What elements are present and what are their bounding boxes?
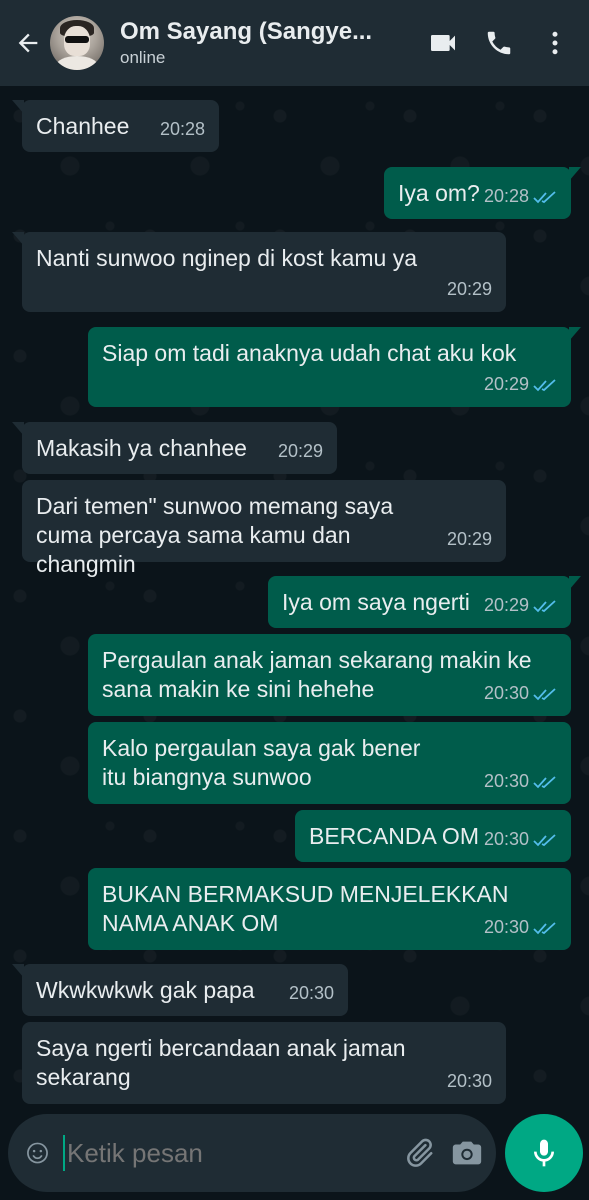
message-text: Kalo pergaulan saya gak bener itu biangn… <box>102 735 421 790</box>
message-text: Nanti sunwoo nginep di kost kamu ya <box>36 245 417 271</box>
video-call-icon <box>431 35 455 51</box>
double-check-icon <box>533 687 556 700</box>
emoji-icon[interactable] <box>26 1136 49 1170</box>
message-outgoing[interactable]: BUKAN BERMAKSUD MENJELEKKAN NAMA ANAK OM… <box>88 868 571 950</box>
message-outgoing[interactable]: Iya om? 20:28 <box>384 167 581 219</box>
message-time: 20:28 <box>159 119 205 139</box>
message-time: 20:30 <box>483 771 529 791</box>
message-outgoing[interactable]: Iya om saya ngerti 20:29 <box>268 576 581 628</box>
message-incoming[interactable]: Saya ngerti bercandaan anak jaman sekara… <box>22 1022 506 1104</box>
message-time: 20:30 <box>483 683 529 703</box>
paperclip-icon <box>407 1138 433 1167</box>
message-incoming[interactable]: Chanhee 20:28 <box>12 100 219 152</box>
message-time: 20:29 <box>446 529 492 549</box>
double-check-icon <box>533 921 556 934</box>
message-text: Dari temen" sunwoo memang saya cuma perc… <box>36 493 394 577</box>
message-incoming[interactable]: Nanti sunwoo nginep di kost kamu ya 20:2… <box>12 232 506 312</box>
message-time: 20:30 <box>288 983 334 1003</box>
video-call-button[interactable] <box>415 15 471 71</box>
message-text: Siap om tadi anaknya udah chat aku kok <box>102 340 517 366</box>
message-composer <box>8 1114 496 1192</box>
message-outgoing[interactable]: Pergaulan anak jaman sekarang makin ke s… <box>88 634 571 716</box>
phone-icon <box>487 31 511 55</box>
arrow-left-icon <box>18 33 38 53</box>
message-outgoing[interactable]: Kalo pergaulan saya gak bener itu biangn… <box>88 722 571 804</box>
message-time: 20:28 <box>483 186 529 206</box>
chat-header: Om Sayang (Sangye... online <box>0 0 589 86</box>
contact-name: Om Sayang (Sangye... <box>120 18 373 45</box>
message-time: 20:30 <box>483 829 529 849</box>
message-incoming[interactable]: Dari temen" sunwoo memang saya cuma perc… <box>22 480 506 577</box>
message-time: 20:30 <box>446 1071 492 1091</box>
double-check-icon <box>533 775 556 788</box>
mic-icon <box>534 1139 554 1167</box>
message-input[interactable] <box>67 1137 402 1169</box>
message-time: 20:29 <box>277 441 323 461</box>
double-check-icon <box>533 190 556 203</box>
message-outgoing[interactable]: Siap om tadi anaknya udah chat aku kok 2… <box>88 327 581 407</box>
message-time: 20:30 <box>483 917 529 937</box>
message-outgoing[interactable]: BERCANDA OM 20:30 <box>295 810 571 862</box>
voice-call-button[interactable] <box>471 15 527 71</box>
more-vert-icon <box>552 31 558 55</box>
message-time: 20:29 <box>446 279 492 299</box>
avatar[interactable] <box>50 16 104 70</box>
contact-status: online <box>120 48 166 67</box>
message-text: BUKAN BERMAKSUD MENJELEKKAN NAMA ANAK OM <box>102 881 509 936</box>
attach-button[interactable] <box>402 1131 436 1175</box>
text-cursor <box>62 1135 65 1171</box>
contact-info[interactable]: Om Sayang (Sangye... online <box>120 18 415 68</box>
message-incoming[interactable]: Wkwkwkwk gak papa 20:30 <box>12 964 348 1016</box>
camera-button[interactable] <box>450 1131 484 1175</box>
message-text: Saya ngerti bercandaan anak jaman sekara… <box>36 1035 406 1090</box>
message-time: 20:29 <box>483 595 529 615</box>
back-button[interactable] <box>8 23 48 63</box>
double-check-icon <box>533 599 556 612</box>
message-list[interactable]: Chanhee 20:28 Iya om? 20:28 Nanti sunwoo… <box>0 86 589 1110</box>
double-check-icon <box>533 833 556 846</box>
voice-record-button[interactable] <box>505 1114 583 1192</box>
camera-icon <box>452 1141 482 1165</box>
more-options-button[interactable] <box>527 15 583 71</box>
message-time: 20:29 <box>483 374 529 394</box>
message-incoming[interactable]: Makasih ya chanhee 20:29 <box>12 422 337 474</box>
double-check-icon <box>533 378 556 391</box>
